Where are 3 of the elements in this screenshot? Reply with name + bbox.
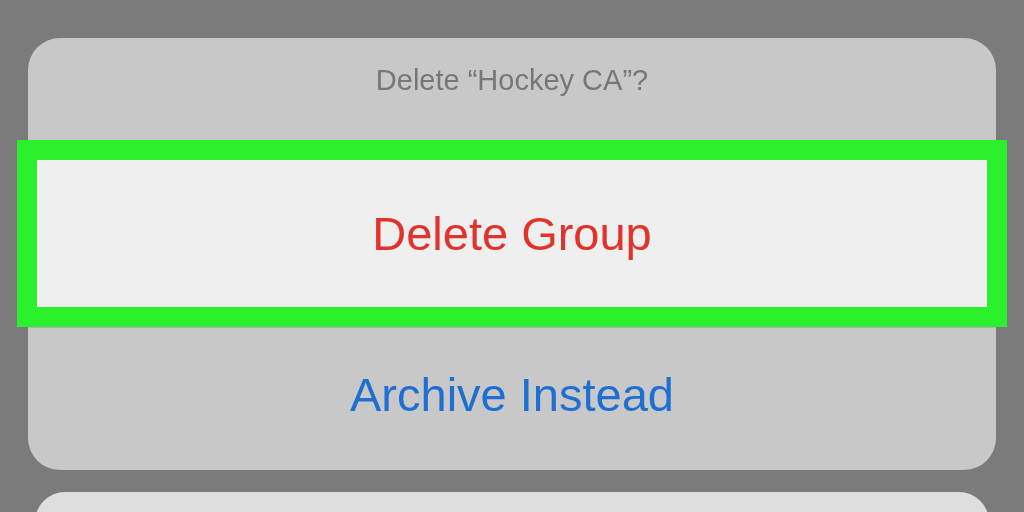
action-button[interactable]: Archive Instead [28, 327, 996, 470]
action-button[interactable]: Delete Group [17, 140, 1007, 327]
sheet-title: Delete “Hockey CA”? [374, 62, 650, 98]
